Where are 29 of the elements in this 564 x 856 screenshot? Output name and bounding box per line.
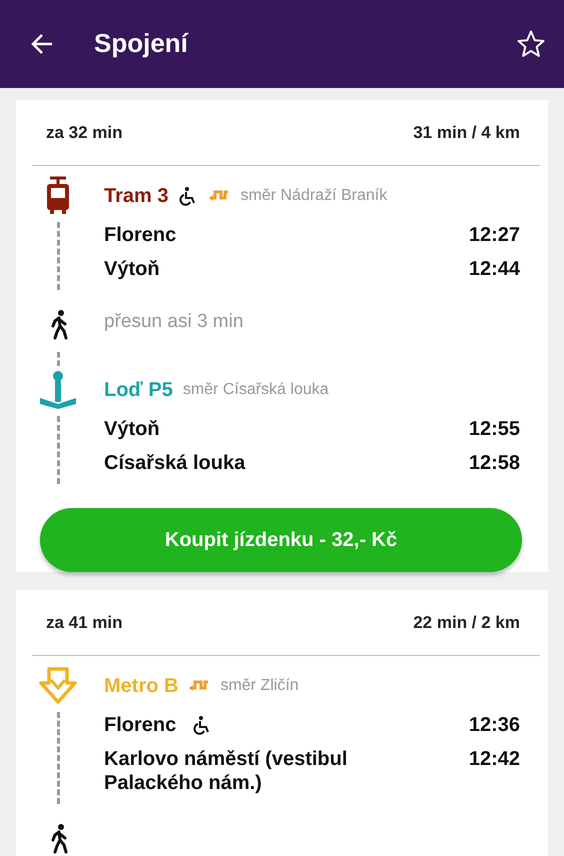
stop-name: Císařská louka	[104, 451, 246, 475]
direction-text: směr Nádraží Braník	[240, 186, 388, 206]
screen-title: Spojení	[94, 28, 188, 60]
stop-time: 12:58	[468, 451, 520, 475]
back-button[interactable]	[30, 32, 54, 56]
departure-time: za 32 min	[46, 122, 123, 144]
direction-text: směr Císařská louka	[182, 380, 329, 400]
trip-duration: 31 min / 4 km	[413, 122, 520, 144]
stop-name: Karlovo náměstí (vestibul Palackého nám.)	[104, 747, 348, 795]
line-name: Metro B	[104, 674, 178, 699]
stop-time: 12:36	[468, 713, 520, 737]
transfer-text: přesun asi 3 min	[104, 310, 244, 334]
direction-text: směr Zličín	[220, 676, 299, 696]
favorite-button[interactable]	[516, 29, 546, 59]
trip-duration: 22 min / 2 km	[413, 612, 520, 634]
departure-time: za 41 min	[46, 612, 123, 634]
back-arrow-icon	[30, 32, 54, 56]
stop-time: 12:55	[468, 417, 520, 441]
stop-time: 12:27	[468, 223, 520, 247]
stop-time: 12:42	[468, 747, 520, 772]
stop-time: 12:44	[468, 257, 520, 281]
stop-name: Florenc	[104, 713, 176, 737]
star-icon	[516, 29, 546, 59]
stop-name: Florenc	[104, 223, 176, 247]
buy-ticket-button[interactable]: Koupit jízdenku - 32,- Kč	[40, 508, 522, 572]
stop-name: Výtoň	[104, 417, 160, 441]
line-name: Tram 3	[104, 184, 168, 209]
stop-name: Výtoň	[104, 257, 160, 281]
line-name: Loď P5	[104, 378, 173, 403]
